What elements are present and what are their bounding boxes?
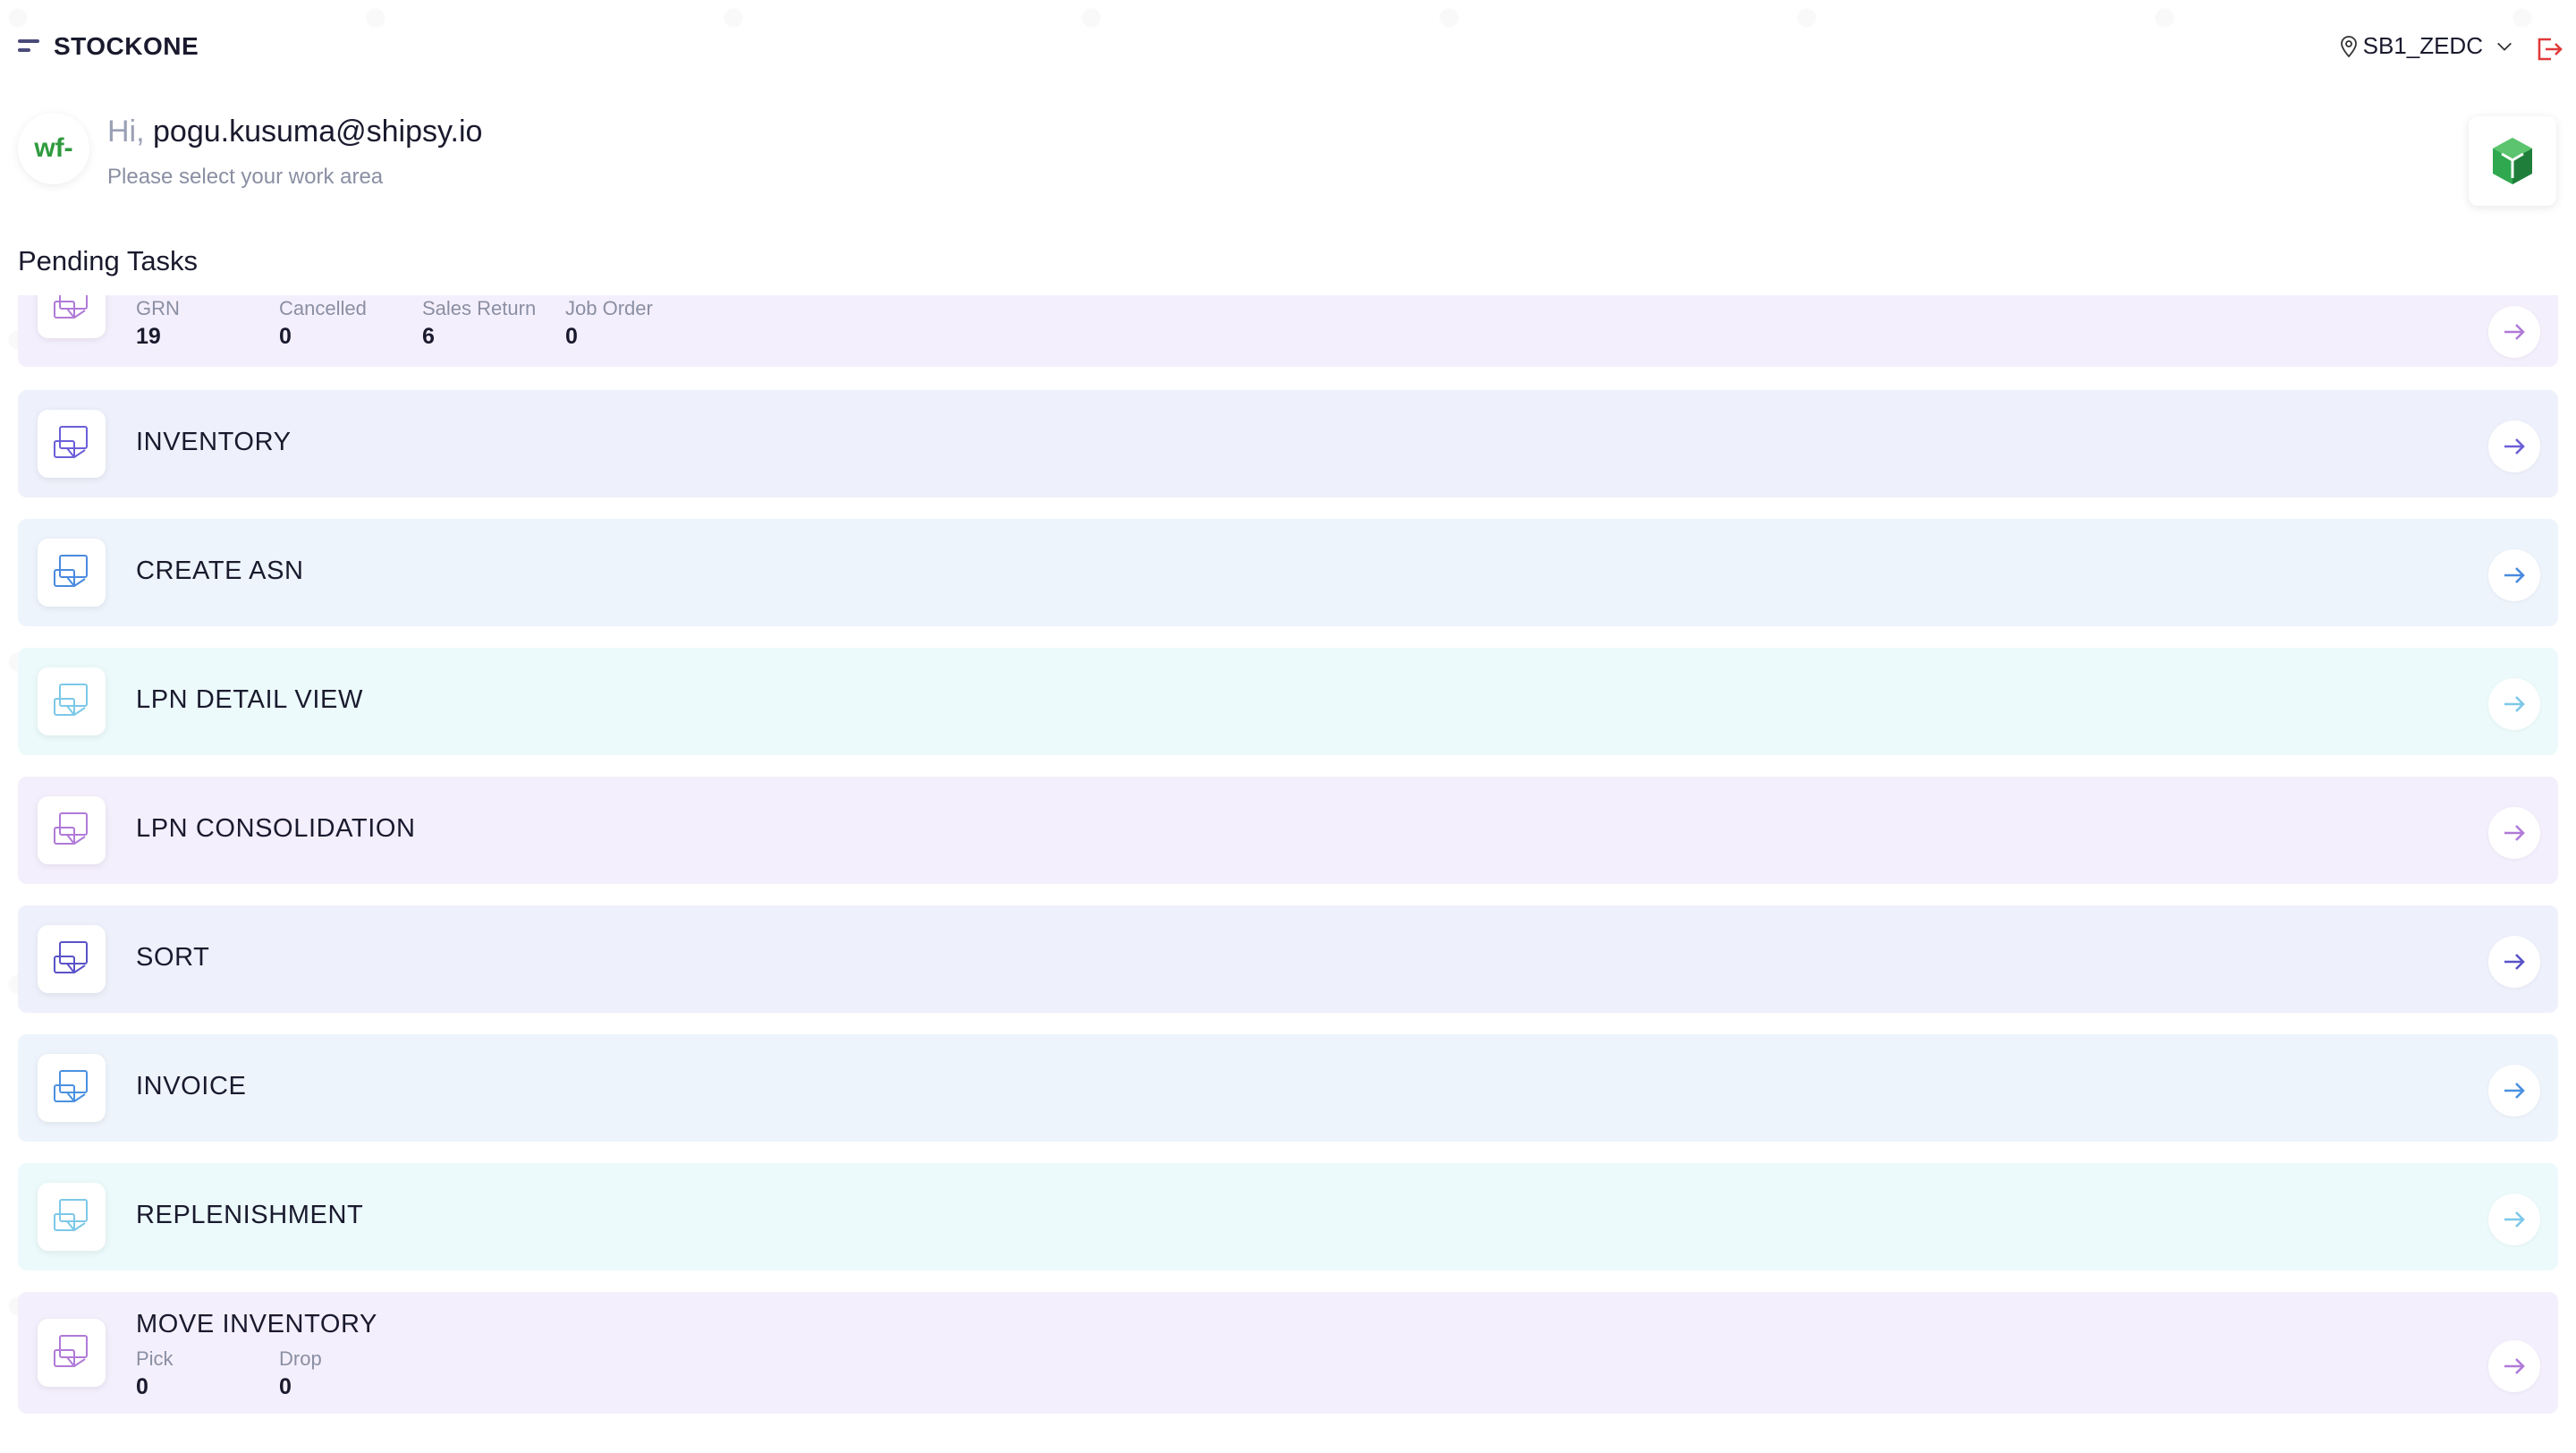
task-title: INVOICE [136,1072,247,1100]
arrow-right-icon[interactable] [2488,678,2540,730]
arrow-right-icon[interactable] [2488,1194,2540,1245]
section-title: Pending Tasks [18,245,199,276]
stat-label: Job Order [565,297,653,319]
brand-title: STOCKONE [54,32,199,60]
task-icon-box [38,1054,106,1122]
task-card[interactable]: SORT [18,905,2558,1013]
task-card[interactable]: LPN DETAIL VIEW [18,648,2558,755]
arrow-right-icon[interactable] [2488,549,2540,601]
task-title: LPN DETAIL VIEW [136,685,363,714]
task-icon-box [38,796,106,864]
stat-sales-return[interactable]: Sales Return 6 [422,297,565,350]
logout-icon[interactable] [2533,34,2563,64]
stat-label: Sales Return [422,297,537,319]
boxes-icon [54,684,88,717]
task-card[interactable]: REPLENISHMENT [18,1163,2558,1270]
task-card[interactable]: INVOICE [18,1034,2558,1142]
stat-label: GRN [136,297,180,319]
stat-pick[interactable]: Pick 0 [136,1347,279,1400]
stockone-logo-icon [2493,138,2532,184]
task-icon-box [38,539,106,607]
stat-label: Cancelled [279,297,367,319]
task-card-pending[interactable]: GRN 19 Cancelled 0 Sales Return 6 Job Order… [18,295,2558,367]
boxes-icon [54,555,88,588]
location-label: SB1_ZEDC [2362,32,2483,59]
task-title: CREATE ASN [136,557,304,585]
boxes-icon [54,1199,88,1232]
stat-cancelled[interactable]: Cancelled 0 [279,297,422,350]
top-bar: STOCKONE SB1_ZEDC [0,0,2576,98]
task-card[interactable]: LPN CONSOLIDATION [18,777,2558,884]
task-title: REPLENISHMENT [136,1201,364,1229]
greeting-line: Hi, pogu.kusuma@shipsy.io [107,115,482,149]
stat-drop[interactable]: Drop 0 [279,1347,422,1400]
stat-value: 19 [136,324,161,349]
boxes-icon [54,426,88,459]
task-icon-box [38,295,106,338]
greeting-hi: Hi, [107,115,153,149]
stat-value: 0 [279,324,292,349]
boxes-icon [54,295,88,319]
task-card-move-inventory[interactable]: MOVE INVENTORY Pick 0 Drop 0 [18,1292,2558,1414]
task-icon-box [38,1319,106,1387]
menu-icon[interactable] [18,39,39,55]
task-icon-box [38,410,106,478]
boxes-icon [54,941,88,974]
boxes-icon [54,812,88,845]
stat-label: Drop [279,1347,322,1370]
task-icon-box [38,1183,106,1251]
arrow-right-icon[interactable] [2488,421,2540,472]
task-card[interactable]: CREATE ASN [18,519,2558,626]
task-title: SORT [136,943,210,972]
arrow-right-icon[interactable] [2488,807,2540,859]
move-inventory-stats: Pick 0 Drop 0 [136,1347,422,1400]
app-logo[interactable] [2469,116,2556,206]
location-pin-icon [2340,35,2357,57]
task-icon-box [38,925,106,993]
stat-label: Pick [136,1347,174,1370]
greeting-subtitle: Please select your work area [107,165,384,189]
boxes-icon [54,1070,88,1103]
stat-value: 0 [279,1374,292,1399]
arrow-right-icon[interactable] [2488,936,2540,988]
task-title: MOVE INVENTORY [136,1310,377,1338]
arrow-right-icon[interactable] [2488,306,2540,358]
location-selector[interactable]: SB1_ZEDC [2340,32,2513,60]
avatar: wf- [18,113,89,184]
arrow-right-icon[interactable] [2488,1065,2540,1117]
task-title: INVENTORY [136,428,292,456]
arrow-right-icon[interactable] [2488,1340,2540,1392]
boxes-icon [54,1335,88,1368]
task-card[interactable]: INVENTORY [18,390,2558,497]
task-list: GRN 19 Cancelled 0 Sales Return 6 Job Order… [18,295,2558,1414]
stat-value: 6 [422,324,435,349]
task-icon-box [38,667,106,735]
stat-value: 0 [136,1374,148,1399]
pending-stats: GRN 19 Cancelled 0 Sales Return 6 Job Order… [136,297,708,350]
greeting-user: pogu.kusuma@shipsy.io [153,115,483,149]
stat-grn[interactable]: GRN 19 [136,297,279,350]
chevron-down-icon [2497,42,2512,51]
stat-job-order[interactable]: Job Order 0 [565,297,708,350]
stat-value: 0 [565,324,578,349]
task-title: LPN CONSOLIDATION [136,814,416,843]
